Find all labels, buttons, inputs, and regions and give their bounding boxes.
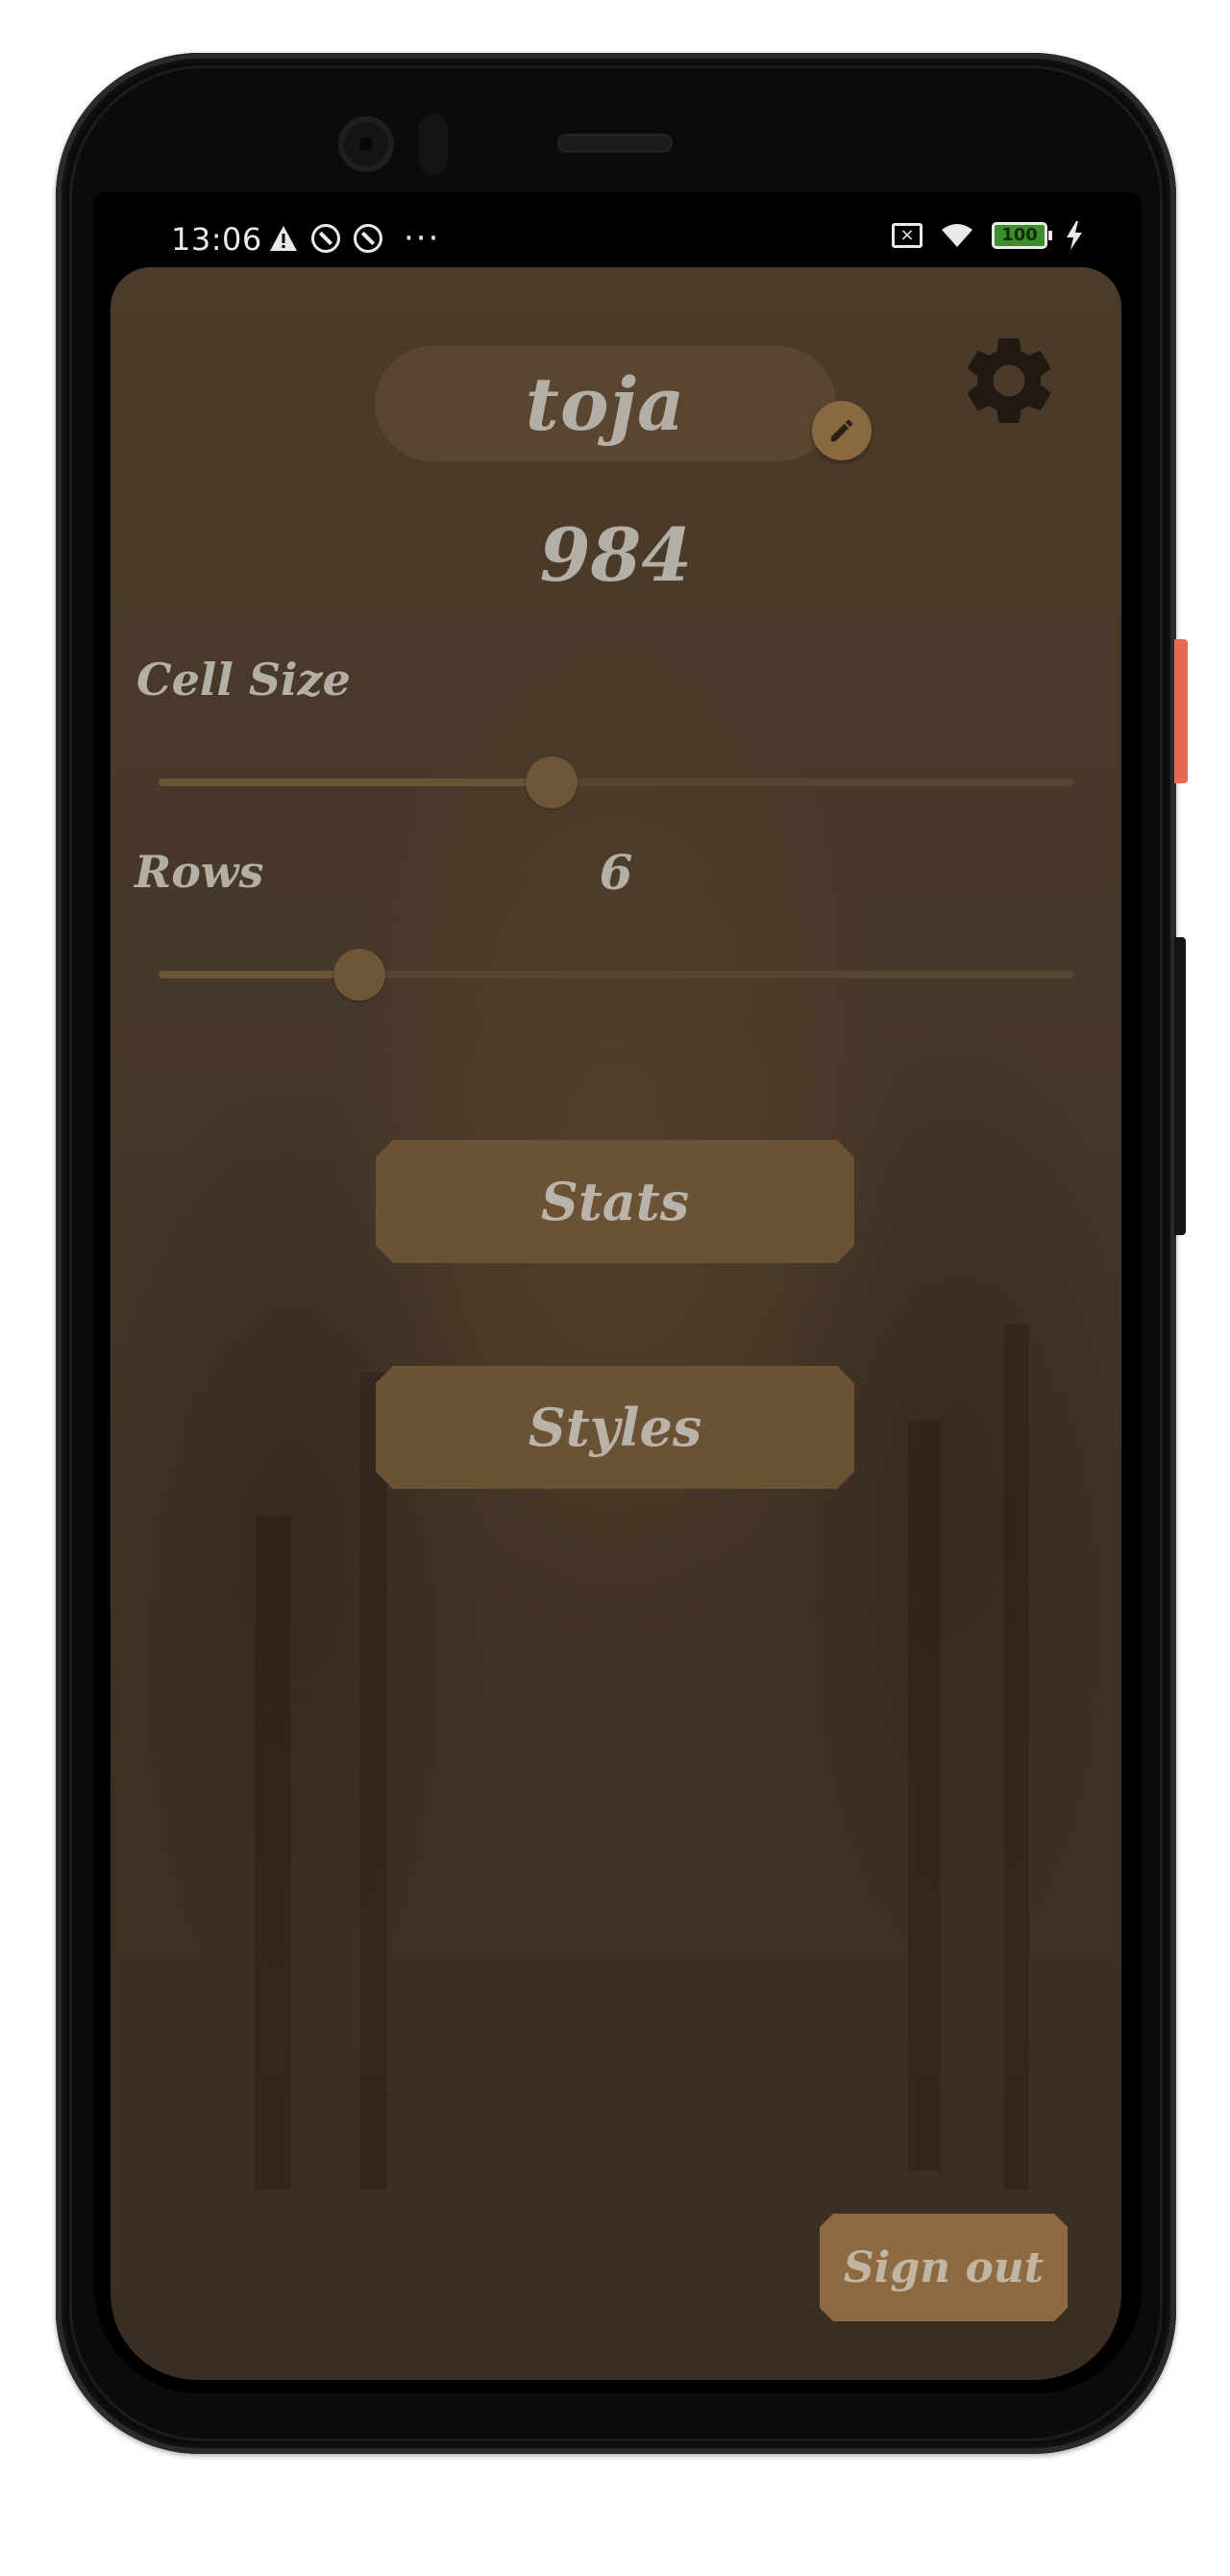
warning-icon	[270, 226, 297, 251]
proximity-sensor	[419, 113, 448, 175]
earpiece-speaker	[557, 134, 673, 153]
do-not-disturb-icon	[311, 224, 340, 253]
no-sim-icon: ×	[892, 223, 922, 248]
background-tree	[255, 1517, 291, 2190]
rows-value: 6	[599, 844, 633, 901]
sign-out-button[interactable]: Sign out	[820, 2214, 1068, 2321]
stats-button[interactable]: Stats	[376, 1140, 854, 1263]
username: toja	[525, 360, 686, 447]
app-screen: toja 984 Cell Size Rows 6 Stats Styles S…	[111, 267, 1121, 2380]
wifi-icon	[942, 224, 972, 247]
background-tree	[1004, 1325, 1029, 2190]
battery-level: 100	[1001, 225, 1038, 245]
rows-slider-fill	[159, 971, 360, 978]
styles-button[interactable]: Styles	[376, 1366, 854, 1489]
cell-size-slider[interactable]	[159, 756, 1073, 808]
battery-icon: 100	[992, 222, 1052, 249]
background-tree	[908, 1421, 941, 2170]
rows-slider[interactable]	[159, 949, 1073, 1001]
do-not-disturb-icon	[354, 224, 382, 253]
status-system-icons: × 100	[892, 221, 1084, 250]
more-dots-icon: ···	[404, 219, 441, 258]
cell-size-slider-thumb[interactable]	[526, 756, 578, 808]
charging-icon	[1067, 221, 1082, 250]
score: 984	[539, 512, 693, 598]
status-bar: 13:06 ··· × 100	[94, 210, 1142, 267]
volume-rocker[interactable]	[1174, 937, 1186, 1235]
settings-gear-icon[interactable]	[956, 328, 1062, 433]
status-notification-icons: ···	[269, 219, 440, 258]
front-camera	[338, 116, 394, 172]
power-button[interactable]	[1174, 639, 1188, 783]
edit-username-button[interactable]	[812, 401, 872, 460]
cell-size-label: Cell Size	[136, 654, 351, 706]
status-time: 13:06	[171, 221, 262, 258]
cell-size-slider-fill	[159, 779, 553, 786]
background-tree	[360, 1373, 387, 2190]
rows-slider-thumb[interactable]	[333, 949, 386, 1001]
pencil-icon	[830, 419, 853, 442]
username-pill: toja	[375, 346, 836, 461]
